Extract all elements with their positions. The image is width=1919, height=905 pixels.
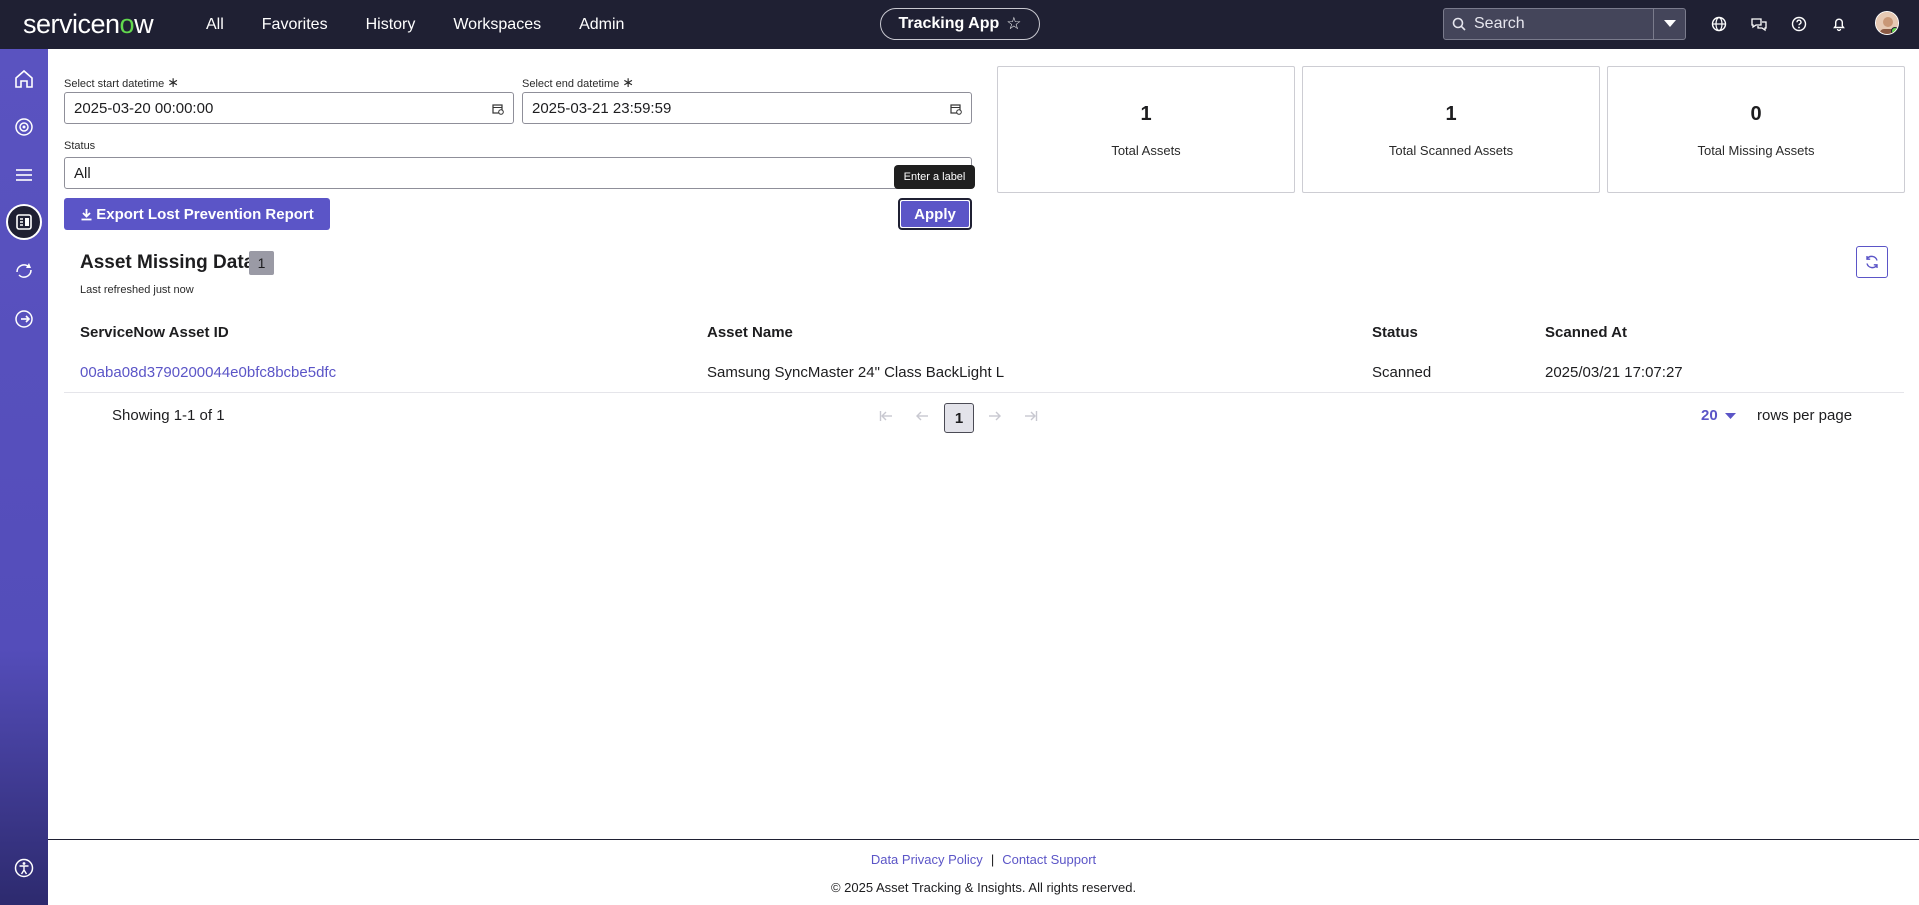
- calendar-icon[interactable]: [492, 102, 504, 119]
- status-label: Status: [64, 140, 96, 152]
- required-indicator: ∗: [167, 74, 180, 90]
- stat-card-total-scanned: 1 Total Scanned Assets: [1302, 66, 1600, 193]
- stat-label: Total Assets: [1111, 143, 1181, 158]
- chat-icon[interactable]: [1748, 13, 1770, 35]
- column-header-asset-id[interactable]: ServiceNow Asset ID: [80, 324, 229, 341]
- footer-links: Data Privacy Policy | Contact Support: [0, 852, 1919, 867]
- stat-label: Total Missing Assets: [1697, 143, 1815, 158]
- globe-icon[interactable]: [1708, 13, 1730, 35]
- page-size-select[interactable]: 20: [1701, 407, 1736, 424]
- contact-support-link[interactable]: Contact Support: [1002, 852, 1096, 867]
- next-page-icon[interactable]: [988, 409, 1002, 425]
- row-divider: [64, 392, 1904, 393]
- stat-value: 1: [1140, 103, 1152, 125]
- required-indicator: ∗: [622, 74, 634, 90]
- calendar-icon[interactable]: [950, 102, 962, 119]
- nav-admin[interactable]: Admin: [579, 16, 624, 34]
- end-datetime-label: Select end datetime ∗: [522, 74, 634, 90]
- search-icon: [1444, 17, 1474, 31]
- column-header-asset-name[interactable]: Asset Name: [707, 324, 793, 341]
- rows-per-page-label: rows per page: [1757, 407, 1853, 424]
- app-title: Tracking App: [898, 15, 1000, 32]
- start-datetime-input[interactable]: 2025-03-20 00:00:00: [64, 92, 514, 124]
- chevron-down-icon: [1724, 413, 1736, 419]
- app-title-pill[interactable]: Tracking App ☆: [880, 8, 1040, 40]
- footer-separator: |: [990, 852, 995, 867]
- current-page-button[interactable]: 1: [944, 403, 974, 433]
- refresh-icon: [1866, 255, 1878, 269]
- list-menu-icon[interactable]: [6, 157, 42, 193]
- scanned-at-cell: 2025/03/21 17:07:27: [1545, 364, 1683, 381]
- nav-all[interactable]: All: [206, 16, 224, 34]
- notifications-bell-icon[interactable]: [1828, 13, 1850, 35]
- apply-label: Apply: [901, 201, 969, 227]
- export-report-label: Export Lost Prevention Report: [96, 205, 314, 223]
- section-title: Asset Missing Data: [80, 252, 255, 273]
- favorite-star-icon[interactable]: ☆: [1006, 14, 1021, 34]
- tooltip: Enter a label: [894, 165, 975, 189]
- asset-name-cell: Samsung SyncMaster 24" Class BackLight L: [707, 364, 1005, 381]
- apply-button[interactable]: Apply: [898, 198, 972, 230]
- online-status-dot: [1891, 27, 1898, 34]
- left-sidebar: [0, 49, 48, 905]
- end-datetime-input[interactable]: 2025-03-21 23:59:59: [522, 92, 972, 124]
- user-avatar[interactable]: [1875, 11, 1899, 35]
- stat-card-total-assets: 1 Total Assets: [997, 66, 1295, 193]
- status-cell: Scanned: [1372, 364, 1432, 381]
- download-icon: [81, 208, 92, 220]
- global-search[interactable]: Search: [1443, 8, 1686, 40]
- start-datetime-label: Select start datetime ∗: [64, 74, 180, 90]
- status-select-value: All: [74, 164, 91, 182]
- stat-value: 1: [1445, 103, 1457, 125]
- status-select[interactable]: All: [64, 157, 972, 189]
- home-icon[interactable]: [6, 61, 42, 97]
- showing-count: Showing 1-1 of 1: [112, 407, 225, 424]
- search-input[interactable]: Search: [1474, 15, 1653, 33]
- stat-card-total-missing: 0 Total Missing Assets: [1607, 66, 1905, 193]
- chevron-down-icon: [1663, 20, 1676, 27]
- last-refreshed-text: Last refreshed just now: [80, 284, 194, 296]
- count-badge: 1: [249, 251, 274, 275]
- previous-page-icon[interactable]: [915, 409, 929, 425]
- help-icon[interactable]: [1788, 13, 1810, 35]
- stat-value: 0: [1750, 103, 1762, 125]
- transfer-icon[interactable]: [6, 253, 42, 289]
- stat-label: Total Scanned Assets: [1388, 143, 1514, 158]
- top-navigation-bar: servicenow All Favorites History Workspa…: [0, 0, 1919, 49]
- column-header-scanned-at[interactable]: Scanned At: [1545, 324, 1627, 341]
- end-datetime-value: 2025-03-21 23:59:59: [532, 99, 672, 117]
- search-scope-dropdown[interactable]: [1653, 9, 1685, 39]
- copyright-text: © 2025 Asset Tracking & Insights. All ri…: [830, 880, 1137, 895]
- nav-favorites[interactable]: Favorites: [262, 16, 328, 34]
- servicenow-logo[interactable]: servicenow: [23, 9, 154, 40]
- logout-icon[interactable]: [6, 301, 42, 337]
- privacy-policy-link[interactable]: Data Privacy Policy: [871, 852, 983, 867]
- first-page-icon[interactable]: [879, 409, 893, 425]
- main-nav: All Favorites History Workspaces Admin: [206, 0, 662, 49]
- asset-id-link[interactable]: 00aba08d3790200044e0bfc8bcbe5dfc: [80, 364, 336, 381]
- tracking-radar-icon[interactable]: [6, 109, 42, 145]
- report-icon[interactable]: [6, 204, 42, 240]
- nav-workspaces[interactable]: Workspaces: [453, 16, 541, 34]
- nav-history[interactable]: History: [366, 16, 416, 34]
- page-size-value: 20: [1701, 407, 1718, 424]
- export-report-button[interactable]: Export Lost Prevention Report: [64, 198, 330, 230]
- footer-divider: [48, 839, 1919, 840]
- refresh-button[interactable]: [1856, 246, 1888, 278]
- start-datetime-value: 2025-03-20 00:00:00: [74, 99, 214, 117]
- last-page-icon[interactable]: [1024, 409, 1038, 425]
- column-header-status[interactable]: Status: [1372, 324, 1418, 341]
